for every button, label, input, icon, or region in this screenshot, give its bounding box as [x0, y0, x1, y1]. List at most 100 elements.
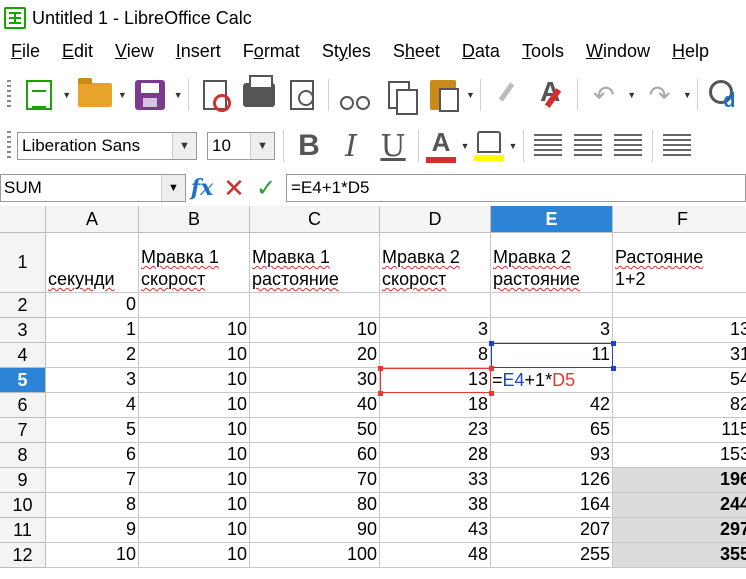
row-header-4[interactable]: 4 [0, 343, 46, 368]
paste-button[interactable] [421, 73, 465, 117]
cell-a10[interactable]: 8 [46, 493, 139, 518]
cell-f7[interactable]: 115 [613, 418, 746, 443]
row-header-10[interactable]: 10 [0, 493, 46, 518]
header-cell-f[interactable]: Растояние 1+2 [613, 233, 746, 293]
cell-e2[interactable] [491, 293, 613, 318]
cell-c3[interactable]: 10 [250, 318, 380, 343]
cell-f5[interactable]: 54 [613, 368, 746, 393]
cell-b6[interactable]: 10 [139, 393, 250, 418]
header-cell-a[interactable]: секунди [46, 233, 139, 293]
resize-handle[interactable] [378, 366, 383, 371]
cell-a9[interactable]: 7 [46, 468, 139, 493]
new-spreadsheet-button[interactable] [17, 73, 61, 117]
clone-formatting-button[interactable] [485, 73, 529, 117]
cell-a5[interactable]: 3 [46, 368, 139, 393]
row-header-8[interactable]: 8 [0, 443, 46, 468]
cell-f2[interactable] [613, 293, 746, 318]
cell-e10[interactable]: 164 [491, 493, 613, 518]
menu-view[interactable]: View [104, 41, 165, 62]
toolbar-grip[interactable] [7, 80, 11, 110]
resize-handle[interactable] [489, 341, 494, 346]
new-dropdown-arrow[interactable]: ▼ [61, 75, 73, 115]
row-header-11[interactable]: 11 [0, 518, 46, 543]
column-header-a[interactable]: A [46, 206, 139, 233]
column-header-c[interactable]: C [250, 206, 380, 233]
cell-b3[interactable]: 10 [139, 318, 250, 343]
highlight-color-button[interactable] [471, 126, 507, 166]
menu-window[interactable]: Window [575, 41, 661, 62]
header-cell-e[interactable]: Мравка 2 растояние [491, 233, 613, 293]
cell-d8[interactable]: 28 [380, 443, 491, 468]
cell-f3[interactable]: 13 [613, 318, 746, 343]
toolbar-grip[interactable] [7, 131, 11, 161]
cell-f10[interactable]: 244 [613, 493, 746, 518]
menu-file[interactable]: File [0, 41, 51, 62]
menu-tools[interactable]: Tools [511, 41, 575, 62]
underline-button[interactable]: U [372, 126, 414, 166]
cell-f4[interactable]: 31 [613, 343, 746, 368]
cell-e8[interactable]: 93 [491, 443, 613, 468]
undo-button[interactable]: ↶ [582, 73, 626, 117]
cell-d6[interactable]: 18 [380, 393, 491, 418]
cell-e11[interactable]: 207 [491, 518, 613, 543]
cell-f8[interactable]: 153 [613, 443, 746, 468]
cell-c10[interactable]: 80 [250, 493, 380, 518]
cell-b7[interactable]: 10 [139, 418, 250, 443]
cell-e12[interactable]: 255 [491, 543, 613, 568]
resize-handle[interactable] [611, 341, 616, 346]
cut-button[interactable] [333, 73, 377, 117]
header-cell-c[interactable]: Мравка 1 растояние [250, 233, 380, 293]
chevron-down-icon[interactable]: ▼ [250, 133, 274, 159]
cell-e6[interactable]: 42 [491, 393, 613, 418]
cell-a12[interactable]: 10 [46, 543, 139, 568]
row-header-1[interactable]: 1 [0, 233, 46, 293]
cell-c4[interactable]: 20 [250, 343, 380, 368]
row-header-5[interactable]: 5 [0, 368, 46, 393]
font-name-combo[interactable]: Liberation Sans ▼ [17, 132, 197, 160]
formula-input[interactable]: =E4+1*D5 [286, 174, 746, 202]
cell-d12[interactable]: 48 [380, 543, 491, 568]
resize-handle[interactable] [489, 391, 494, 396]
cell-c5[interactable]: 30 [250, 368, 380, 393]
header-cell-b[interactable]: Мравка 1 скорост [139, 233, 250, 293]
cell-c11[interactable]: 90 [250, 518, 380, 543]
font-size-combo[interactable]: 10 ▼ [207, 132, 275, 160]
open-button[interactable] [73, 73, 117, 117]
resize-handle[interactable] [378, 391, 383, 396]
cancel-icon[interactable]: ✕ [218, 173, 250, 203]
cell-b2[interactable] [139, 293, 250, 318]
cell-f12[interactable]: 355 [613, 543, 746, 568]
clear-formatting-button[interactable] [529, 73, 573, 117]
print-button[interactable] [237, 73, 281, 117]
cell-c2[interactable] [250, 293, 380, 318]
italic-button[interactable]: I [330, 126, 372, 166]
cell-d2[interactable] [380, 293, 491, 318]
wrap-text-button[interactable] [657, 126, 697, 166]
cell-d4[interactable]: 8 [380, 343, 491, 368]
cell-b8[interactable]: 10 [139, 443, 250, 468]
print-preview-button[interactable] [281, 73, 325, 117]
function-wizard-icon[interactable]: fx [186, 174, 218, 202]
cell-b12[interactable]: 10 [139, 543, 250, 568]
row-header-9[interactable]: 9 [0, 468, 46, 493]
menu-format[interactable]: Format [232, 41, 311, 62]
cell-d9[interactable]: 33 [380, 468, 491, 493]
paste-dropdown-arrow[interactable]: ▼ [465, 75, 477, 115]
save-dropdown-arrow[interactable]: ▼ [172, 75, 184, 115]
highlight-dropdown-arrow[interactable]: ▼ [507, 126, 519, 166]
chevron-down-icon[interactable]: ▼ [172, 133, 196, 159]
font-color-button[interactable]: A [423, 126, 459, 166]
cell-f11[interactable]: 297 [613, 518, 746, 543]
cell-e7[interactable]: 65 [491, 418, 613, 443]
save-button[interactable] [128, 73, 172, 117]
cell-e3[interactable]: 3 [491, 318, 613, 343]
column-header-e[interactable]: E [491, 206, 613, 233]
menu-edit[interactable]: Edit [51, 41, 104, 62]
cell-a7[interactable]: 5 [46, 418, 139, 443]
resize-handle[interactable] [611, 366, 616, 371]
select-all-corner[interactable] [0, 206, 46, 233]
row-header-2[interactable]: 2 [0, 293, 46, 318]
redo-dropdown-arrow[interactable]: ▼ [681, 75, 693, 115]
row-header-12[interactable]: 12 [0, 543, 46, 568]
cell-f9[interactable]: 196 [613, 468, 746, 493]
